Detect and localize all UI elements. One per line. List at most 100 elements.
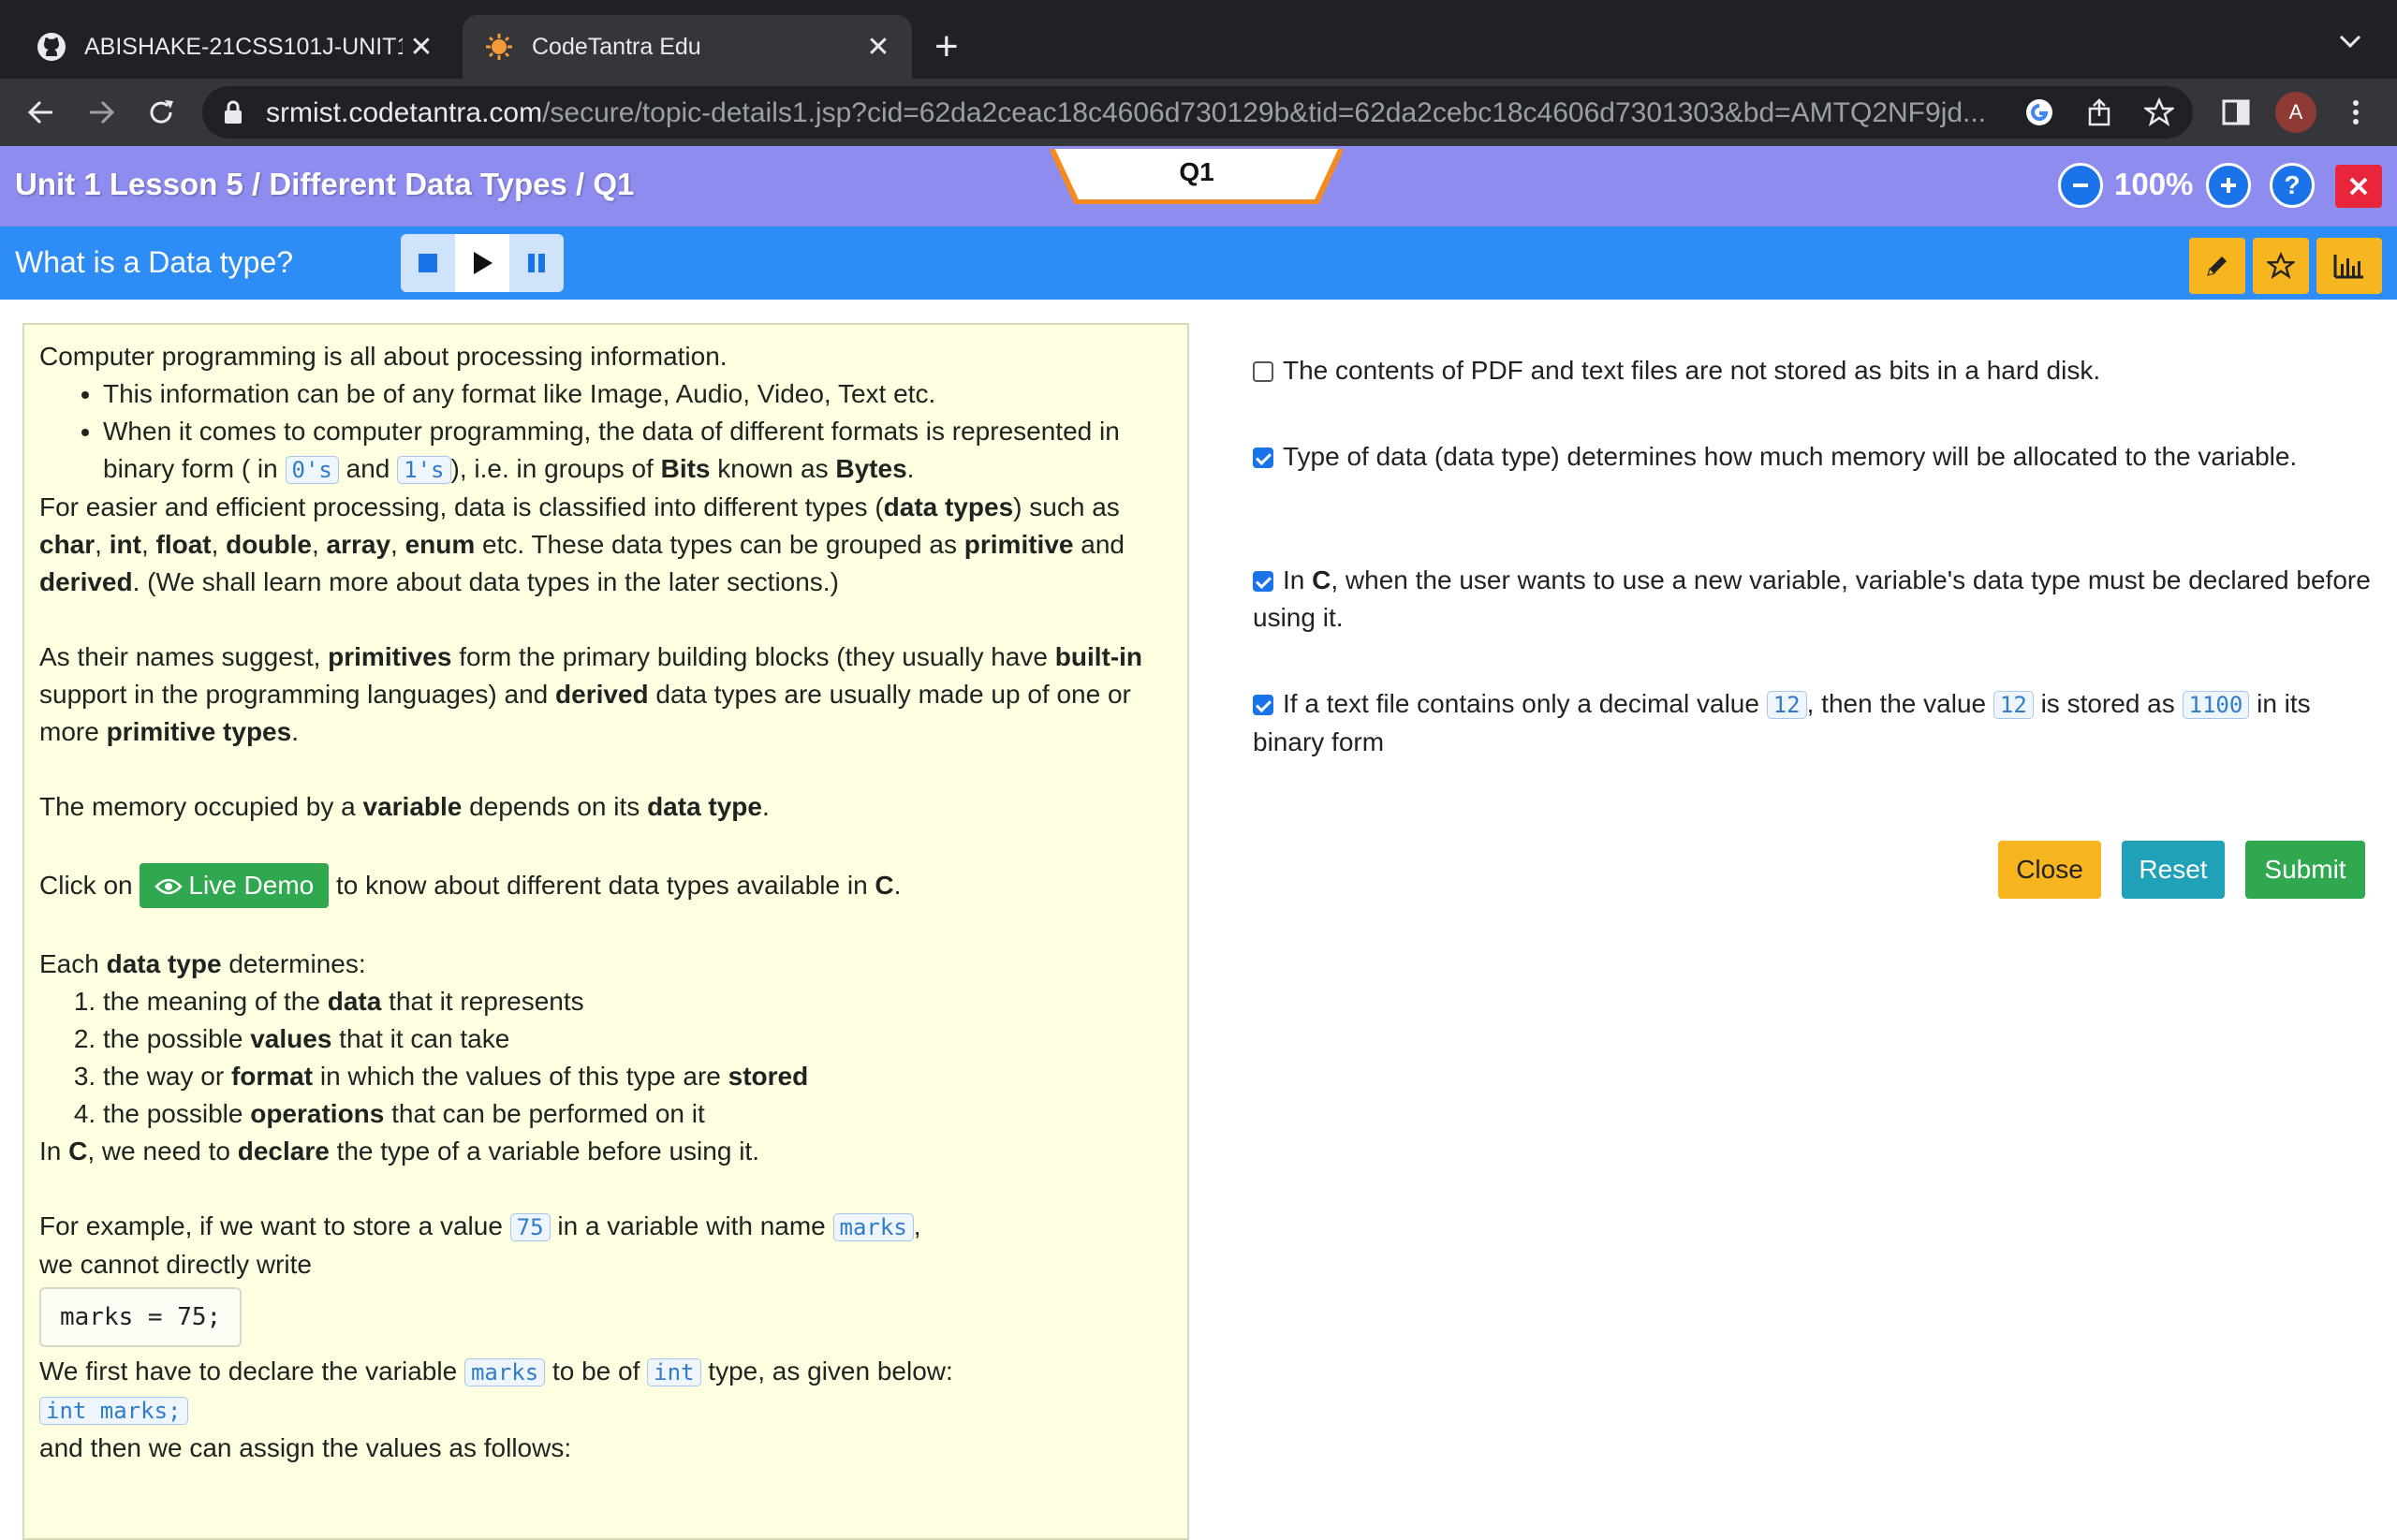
paragraph: We first have to declare the variable ma… [39,1353,1176,1391]
play-button[interactable] [455,234,509,292]
topic-title: What is a Data type? [15,245,294,279]
option-checkbox[interactable] [1253,695,1273,715]
text: determines: [221,949,366,978]
url-text[interactable]: srmist.codetantra.com/secure/topic-detai… [266,97,1986,129]
text: Click on [39,871,140,900]
lock-icon[interactable] [223,99,243,130]
paragraph: For easier and efficient processing, dat… [39,492,1125,596]
bookmark-star-icon[interactable] [2142,95,2176,129]
text: depends on its [462,792,648,821]
bold-term: values [250,1024,332,1053]
tab-close-icon[interactable]: ✕ [860,31,897,64]
text: and [1073,530,1125,559]
lesson-content-panel: Computer programming is all about proces… [22,323,1189,1540]
option-4[interactable]: If a text file contains only a decimal v… [1253,685,2376,761]
forward-arrow-icon[interactable] [82,94,120,131]
help-button[interactable]: ? [2270,163,2315,208]
new-tab-button[interactable]: + [934,24,959,69]
option-1[interactable]: The contents of PDF and text files are n… [1253,352,2376,389]
bold-term: primitives [328,642,452,671]
text: the possible [103,1024,251,1053]
code-inline: 1's [397,456,451,484]
list-item: When it comes to computer programming, t… [103,413,1176,489]
profile-avatar[interactable]: A [2275,92,2316,133]
text: the type of a variable before using it. [329,1137,759,1166]
browser-tab-github[interactable]: ABISHAKE-21CSS101J-UNIT1/I ✕ [15,15,455,79]
bold-term: declare [237,1137,330,1166]
option-checkbox[interactable] [1253,571,1273,592]
bold-term: Bits [660,454,711,483]
bold-term: primitive types [106,717,292,746]
bold-term: built-in [1054,642,1143,671]
google-icon[interactable] [2022,95,2056,129]
text: in which the values of this type are [313,1062,728,1091]
option-text: In [1283,565,1313,594]
stop-button[interactable] [401,234,455,292]
url-path: /secure/topic-details1.jsp?cid=62da2ceac… [542,97,1987,128]
question-tab[interactable]: Q1 [1051,146,1343,204]
kebab-menu-icon[interactable] [2337,94,2375,131]
url-host: srmist.codetantra.com [266,97,543,128]
reset-button[interactable]: Reset [2122,841,2225,899]
favorite-button[interactable] [2253,238,2309,294]
stats-button[interactable] [2316,238,2382,294]
live-demo-button[interactable]: Live Demo [140,863,330,908]
text: to be of [545,1357,648,1386]
github-icon [36,31,67,63]
option-text: , then the value [1806,689,1993,718]
close-lesson-button[interactable] [2335,165,2382,208]
option-3[interactable]: In C, when the user wants to use a new v… [1253,562,2376,637]
code-inline: marks [832,1213,914,1241]
side-panel-icon[interactable] [2217,94,2255,131]
breadcrumb: Unit 1 Lesson 5 / Different Data Types /… [15,167,635,201]
option-checkbox[interactable] [1253,447,1273,468]
pencil-icon [2207,257,2227,276]
text: etc. These data types can be grouped as [475,530,964,559]
close-button[interactable]: Close [1998,841,2101,899]
text: , we need to [87,1137,238,1166]
back-arrow-icon[interactable] [22,94,60,131]
text: that it can take [331,1024,510,1053]
option-checkbox[interactable] [1253,361,1273,382]
reload-icon[interactable] [142,94,180,131]
stop-icon [419,254,437,272]
list-item: the possible operations that can be perf… [103,1095,1176,1133]
bold-term: derived [555,680,649,709]
text: known as [710,454,836,483]
text: form the primary building blocks (they u… [451,642,1055,671]
text: type, as given below: [700,1357,953,1386]
edit-button[interactable] [2189,238,2245,294]
tab-close-icon[interactable]: ✕ [403,31,440,64]
code-inline: 75 [509,1213,551,1241]
share-icon[interactable] [2082,95,2116,129]
tab-title: CodeTantra Edu [532,33,701,60]
list-item: the way or format in which the values of… [103,1058,1176,1095]
bold-term: derived [39,567,133,596]
code-block: marks = 75; [39,1287,243,1347]
lesson-header: Unit 1 Lesson 5 / Different Data Types /… [0,146,2397,227]
submit-button[interactable]: Submit [2245,841,2365,899]
code-inline: 0's [285,456,339,484]
paragraph: Click on Live Demo to know about differe… [39,863,1176,908]
option-2[interactable]: Type of data (data type) determines how … [1253,438,2376,476]
code-inline: 1100 [2182,691,2250,719]
bold-term: format [230,1062,314,1091]
option-text: Type of data (data type) determines how … [1283,442,2298,471]
text: the meaning of the [103,987,328,1016]
address-bar[interactable]: srmist.codetantra.com/secure/topic-detai… [202,86,2193,139]
text: to know about different data types avail… [329,871,875,900]
text: that it represents [381,987,584,1016]
eye-icon [154,878,184,895]
bold-term: stored [728,1062,809,1091]
pause-button[interactable] [509,234,564,292]
text: The memory occupied by a [39,792,363,821]
browser-tab-codetantra[interactable]: CodeTantra Edu ✕ [463,15,912,79]
question-tab-label: Q1 [1179,157,1214,186]
text: ) such as [1013,492,1120,521]
browser-tabstrip: ABISHAKE-21CSS101J-UNIT1/I ✕ CodeTantra … [0,0,2397,79]
bullet-list: This information can be of any format li… [39,375,1176,489]
tab-search-chevron-icon[interactable] [2337,28,2363,59]
topic-bar: What is a Data type? [0,227,2397,300]
zoom-out-button[interactable] [2058,163,2103,208]
zoom-in-button[interactable] [2206,163,2251,208]
